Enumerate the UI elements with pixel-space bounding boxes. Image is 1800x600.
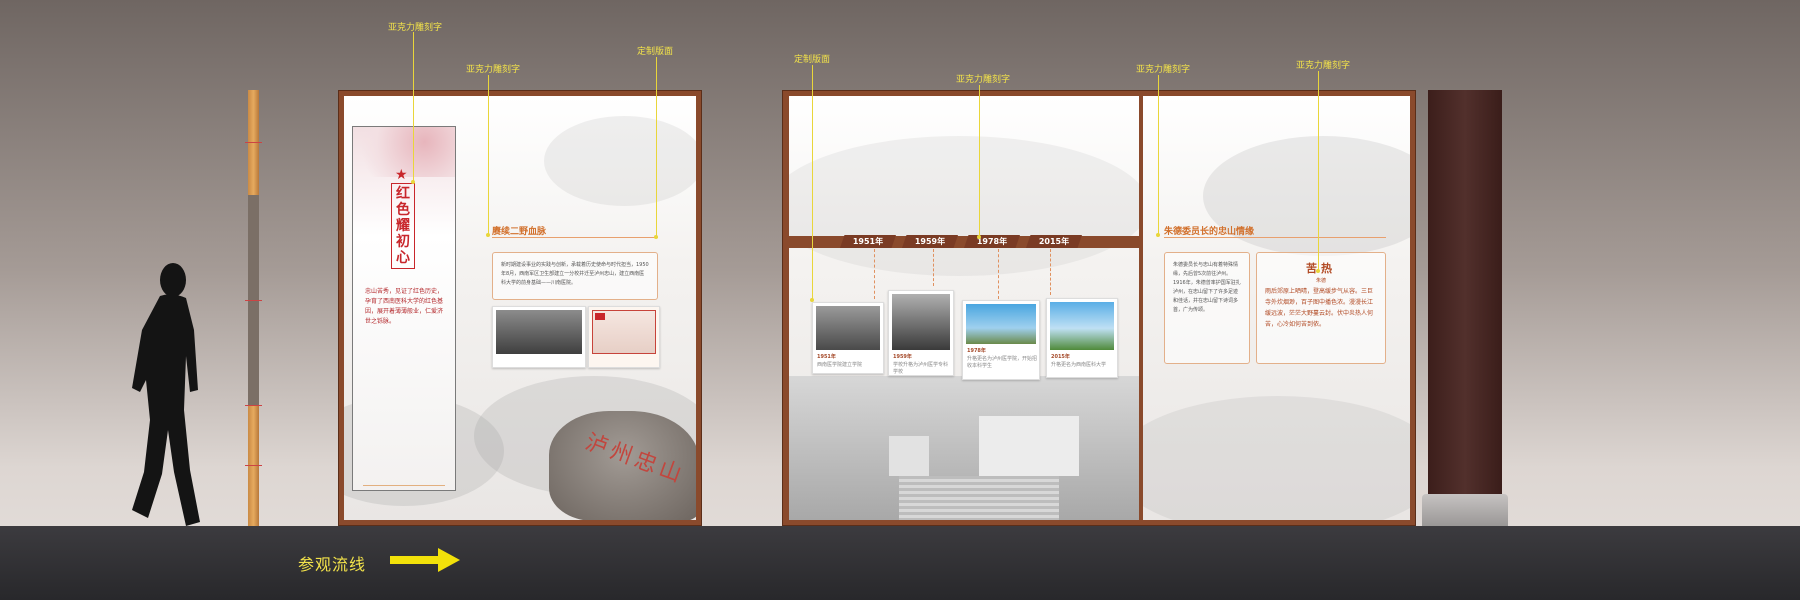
flow-arrow-icon: [390, 548, 460, 572]
callout-leader: [488, 75, 489, 235]
wall-pillar: [1428, 90, 1502, 494]
banner-divider: [363, 485, 445, 486]
building-shape: [889, 436, 929, 476]
callout-acrylic-1: 亚克力雕刻字: [388, 23, 443, 33]
callout-leader: [413, 32, 414, 182]
left-section-text: 新时期建设事业的实践与创新，承载着历史使命与时代担当，1950年8月，西南军区卫…: [492, 252, 658, 300]
callout-leader: [1318, 71, 1319, 271]
flow-label: 参观流线: [298, 555, 367, 574]
left-title-underline: [492, 237, 658, 238]
poem-author: 朱德: [1315, 278, 1326, 284]
callout-leader: [979, 85, 980, 237]
exhibition-wall-diagram: 泸州忠山 ★ 红色耀初心 忠山苦秀，见证了红色历史，孕育了西南医科大学的红色基因…: [0, 0, 1800, 600]
card-photo: [1050, 302, 1114, 350]
timeline-connector: [998, 249, 1000, 299]
callout-leader: [656, 57, 657, 237]
callout-dot: [810, 298, 814, 302]
year-tab-1978: 1978年: [964, 235, 1020, 248]
banner-title: 红色耀初心: [391, 183, 415, 269]
certificate-photo: [588, 306, 660, 368]
timeline-card-2015: 2015年 升格更名为西南医科大学: [1046, 298, 1118, 378]
measure-mark: [245, 405, 262, 406]
floor-strip: [0, 526, 1800, 600]
card-photo: [966, 304, 1036, 344]
red-banner: ★ 红色耀初心 忠山苦秀，见证了红色历史，孕育了西南医科大学的红色基因，展开着薄…: [352, 126, 456, 491]
measure-mark: [245, 465, 262, 466]
mist-shape: [1203, 136, 1410, 256]
callout-acrylic-5: 亚克力雕刻字: [1296, 61, 1351, 71]
callout-acrylic-2: 亚克力雕刻字: [466, 65, 521, 75]
mist-shape: [789, 136, 1139, 276]
human-silhouette: [132, 263, 200, 526]
right-title-underline: [1164, 237, 1386, 238]
poem-title: 苦热: [1306, 262, 1336, 275]
callout-dot: [654, 235, 658, 239]
card-photo: [816, 306, 880, 350]
group-photo-image: [496, 310, 582, 354]
poem-box: 苦热 朱德 雨后郊原上晒晴，登高缓步气从容。三巨寺外炊烟渺，百子图中播色浓。漫漫…: [1256, 252, 1386, 364]
timeline-connector: [874, 249, 876, 299]
callout-dot: [1156, 233, 1160, 237]
historic-campus-photo: [789, 376, 1139, 520]
timeline-connector: [1050, 249, 1052, 295]
callout-dot: [411, 180, 415, 184]
timeline-card-1959: 1959年 学校升格为泸州医学专科学校: [888, 290, 954, 376]
year-tab-1951: 1951年: [840, 235, 896, 248]
callout-custom-1: 定制版面: [637, 47, 674, 57]
callout-custom-2: 定制版面: [794, 55, 831, 65]
card-text: 学校升格为泸州医学专科学校: [893, 362, 949, 375]
callout-dot: [977, 235, 981, 239]
measure-mark: [245, 300, 262, 301]
timeline-card-1951: 1951年 西南医学院建立学院: [812, 302, 884, 374]
card-year: 1951年: [817, 354, 836, 360]
left-section-title: 赓续二野血脉: [492, 227, 547, 237]
stairs-shape: [899, 476, 1059, 520]
callout-acrylic-3: 亚克力雕刻字: [956, 75, 1011, 85]
zhude-text: 朱德委员长与忠山有着特殊情缘，先后曾5次前往泸州。1916年，朱德曾率护国军驻扎…: [1164, 252, 1250, 364]
card-text: 西南医学院建立学院: [817, 362, 863, 368]
callout-dot: [1316, 269, 1320, 273]
mist-shape: [544, 116, 696, 206]
timeline-card-1978: 1978年 升格更名为泸州医学院，开始招收本科学生: [962, 300, 1040, 380]
mist-shape: [1143, 396, 1410, 520]
group-photo: [492, 306, 586, 368]
card-text: 升格更名为西南医科大学: [1051, 362, 1107, 368]
measure-mark: [245, 142, 262, 143]
card-year: 2015年: [1051, 354, 1070, 360]
banner-text: 忠山苦秀，见证了红色历史，孕育了西南医科大学的红色基因，展开着薄薄般业，仁爱济世…: [365, 288, 444, 325]
board-divider: [1139, 96, 1143, 520]
card-year: 1978年: [967, 348, 986, 354]
flag-icon: [595, 313, 605, 320]
callout-leader: [1158, 75, 1159, 235]
callout-leader: [812, 65, 813, 300]
poem-text: 雨后郊原上晒晴，登高缓步气从容。三巨寺外炊烟渺，百子图中播色浓。漫漫长江缓远波，…: [1265, 288, 1374, 328]
star-icon: ★: [395, 167, 408, 183]
timeline-connector: [933, 249, 935, 286]
pillar-base: [1422, 494, 1508, 526]
card-photo: [892, 294, 950, 350]
year-tab-1959: 1959年: [902, 235, 958, 248]
building-shape: [979, 416, 1079, 476]
right-section-title: 朱德委员长的忠山情缘: [1164, 227, 1255, 237]
card-year: 1959年: [893, 354, 912, 360]
callout-dot: [486, 233, 490, 237]
callout-acrylic-4: 亚克力雕刻字: [1136, 65, 1191, 75]
year-tab-2015: 2015年: [1026, 235, 1082, 248]
card-text: 升格更名为泸州医学院，开始招收本科学生: [967, 356, 1038, 369]
